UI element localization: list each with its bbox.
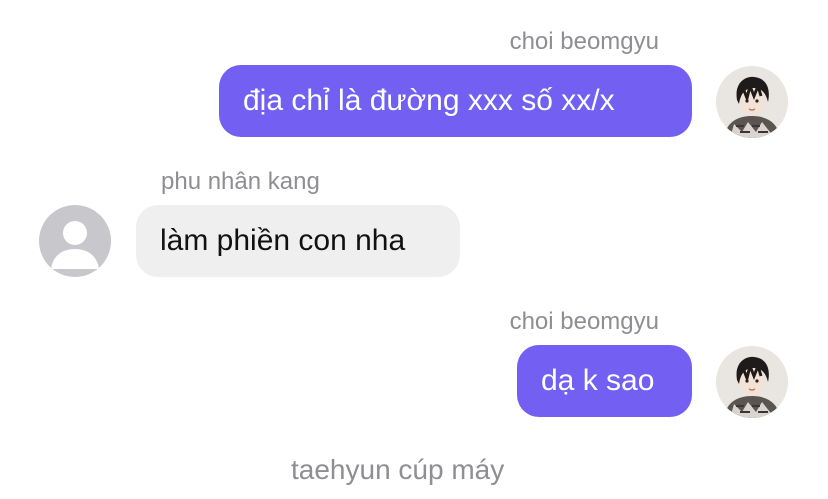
user-photo-avatar[interactable] <box>716 346 788 418</box>
user-photo-avatar[interactable] <box>716 66 788 138</box>
default-user-avatar-icon <box>39 205 111 277</box>
message-bubble-outgoing[interactable]: địa chỉ là đường xxx số xx/x <box>219 65 692 137</box>
sender-name: choi beomgyu <box>509 28 659 55</box>
user-photo-avatar-icon <box>716 346 788 418</box>
default-user-avatar[interactable] <box>39 205 111 277</box>
message-bubble-outgoing[interactable]: dạ k sao <box>517 345 692 417</box>
system-message: taehyun cúp máy <box>291 454 505 485</box>
message-bubble-incoming[interactable]: làm phiền con nha <box>136 205 460 277</box>
sender-name: choi beomgyu <box>509 308 659 335</box>
user-photo-avatar-icon <box>716 66 788 138</box>
sender-name: phu nhân kang <box>161 168 320 195</box>
